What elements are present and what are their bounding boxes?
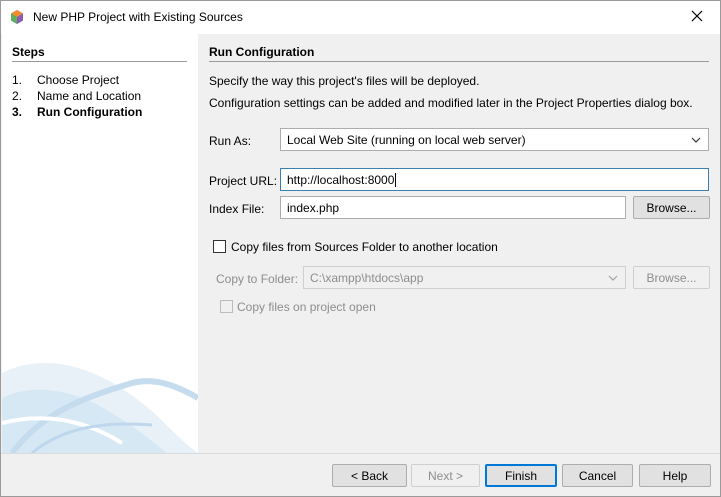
run-as-value: Local Web Site (running on local web ser… [287,132,526,147]
copy-on-open-checkbox[interactable] [220,300,233,313]
text-caret [395,172,397,187]
panel-title: Run Configuration [209,45,315,59]
steps-heading: Steps [12,45,45,59]
run-as-select[interactable]: Local Web Site (running on local web ser… [280,128,709,151]
step-item-current: 3. Run Configuration [12,105,142,121]
step-label: Name and Location [37,89,142,103]
step-number: 1. [12,73,23,87]
window-title: New PHP Project with Existing Sources [33,10,243,24]
step-label: Choose Project [37,73,120,87]
step-item: 2. Name and Location [12,89,142,105]
help-button[interactable]: Help [639,464,711,487]
steps-panel: Steps 1. Choose Project 2. Name and Loca… [2,34,198,453]
index-file-browse-button[interactable]: Browse... [633,196,710,219]
steps-list: 1. Choose Project 2. Name and Location 3… [12,73,142,121]
back-button[interactable]: < Back [332,464,407,487]
copy-files-checkbox[interactable] [213,240,226,253]
panel-divider [209,61,709,62]
copy-files-label[interactable]: Copy files from Sources Folder to anothe… [231,240,498,254]
chevron-down-icon [607,272,619,287]
close-icon [691,10,703,25]
step-number: 3. [12,105,23,119]
copy-to-folder-select[interactable]: C:\xampp\htdocs\app [303,266,626,289]
title-bar: New PHP Project with Existing Sources [1,1,720,34]
project-url-label: Project URL: [209,174,278,188]
close-button[interactable] [674,1,720,34]
copy-to-folder-browse-button[interactable]: Browse... [633,266,710,289]
steps-divider [12,61,187,62]
step-label: Run Configuration [37,105,143,119]
step-item: 1. Choose Project [12,73,142,89]
step-number: 2. [12,89,23,103]
finish-button[interactable]: Finish [485,464,557,487]
project-url-value: http://localhost:8000 [287,172,395,187]
index-file-label: Index File: [209,202,265,216]
index-file-field[interactable]: index.php [280,196,626,219]
copy-to-folder-label: Copy to Folder: [216,272,299,286]
chevron-down-icon [690,134,702,149]
index-file-value: index.php [287,200,340,215]
footer-divider [1,453,720,454]
dialog-window: New PHP Project with Existing Sources St… [0,0,721,497]
copy-on-open-label[interactable]: Copy files on project open [237,300,376,314]
cancel-button[interactable]: Cancel [562,464,633,487]
netbeans-cube-icon [9,9,25,25]
panel-description: Specify the way this project's files wil… [209,74,480,88]
run-configuration-panel: Run Configuration Specify the way this p… [198,34,720,453]
decorative-swoosh-graphic [2,363,198,453]
run-as-label: Run As: [209,134,252,148]
project-url-field[interactable]: http://localhost:8000 [280,168,709,191]
copy-to-folder-value: C:\xampp\htdocs\app [310,270,424,285]
panel-description-secondary: Configuration settings can be added and … [209,96,693,110]
next-button[interactable]: Next > [411,464,480,487]
